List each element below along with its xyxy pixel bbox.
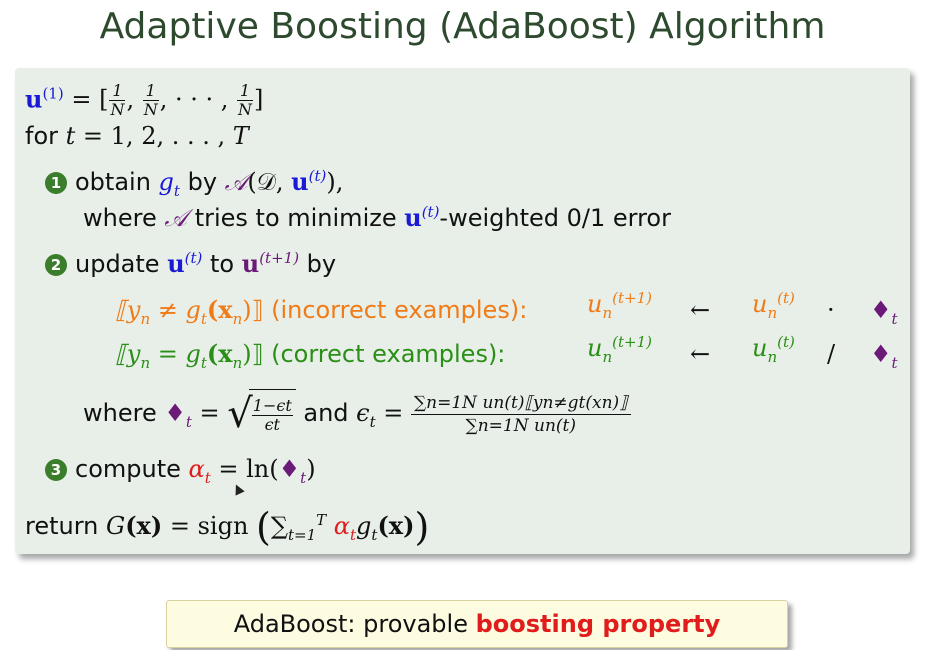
callout-box: AdaBoost: provable boosting property [166,600,788,648]
diamond-icon: ♦t [870,340,898,372]
sqrt: √ 1−ϵt ϵt [227,388,296,440]
x: (x [206,339,233,368]
correct-lhs: un(t+1) [587,333,652,366]
incorrect-arrow: ← [690,296,711,324]
incorrect-rhs: un(t) [752,289,795,322]
epsilon-frac: ∑n=1N un(t)⟦yn≠gt(xn)⟧ ∑n=1N un(t) [411,392,631,437]
dots: · · · [174,85,221,114]
init-line: u(1) = [1 N, 1N, · · · , 1 N] [25,82,263,119]
alpha: α [326,512,350,540]
G: G [106,512,126,540]
sep: , [220,85,237,114]
diamond-icon: ♦ [164,399,186,427]
A-algo: 𝒜 [164,204,188,232]
correct-arrow: ← [690,340,711,368]
u-sup: (1) [42,84,64,103]
for-keyword: for [25,122,66,150]
args: (𝒟, [247,168,292,196]
init-eq: = [ [63,85,109,114]
step-2-text: update [75,250,168,278]
step-3-badge: 3 [45,459,67,481]
u-vector: u [25,84,43,114]
t-var: t [65,122,76,150]
range: = 1, 2, . . . , [75,122,233,150]
step-3-text: compute [75,455,189,483]
step-1-text: obtain [75,168,159,196]
by: by [179,168,225,196]
sum: ∑ [270,512,288,540]
tries: tries to minimize [187,204,405,232]
u-sup: (t) [308,167,327,185]
paren-close: ) [414,505,430,549]
paren-open: ( [256,505,271,549]
incorrect-rule: ⟦yn ≠ gt(xn)⟧ (incorrect examples): [115,295,528,328]
A-algo: 𝒜 [224,168,248,196]
init-close: ] [254,85,264,114]
sep: , [159,85,175,114]
step-1-where: where 𝒜 tries to minimize u(t)-weighted … [83,202,671,234]
incorrect-op: · [827,296,835,324]
where: where [83,399,165,427]
step-2-badge: 2 [45,254,67,276]
eq: = g [150,340,201,368]
frac-2: 1N [142,81,159,119]
to: to [202,250,242,278]
u-vector: u [291,167,309,196]
callout-prefix: AdaBoost: provable [233,610,476,638]
T-var: T [232,122,249,150]
sep: , [126,85,142,114]
correct-rhs: un(t) [752,333,795,366]
epsilon: ϵ [356,399,370,427]
u-vector: u [404,203,422,232]
u-vector: u [167,249,185,278]
diamond-icon: ♦ [278,455,301,483]
callout-highlight: boosting property [475,610,721,638]
frac-3: 1N [237,81,254,119]
x: (x [206,295,233,324]
for-line: for t = 1, 2, . . . , T [25,120,249,152]
return-line: return G(x) = sign (∑t=1T αtgt(x)) [25,505,430,549]
u-sup: (t) [184,249,203,267]
where: where [83,204,165,232]
u-sup-next: (t+1) [259,249,300,267]
step-3-line: 3 compute αt = ln(♦t) [45,453,316,485]
g-var: g [158,168,174,196]
where-line: where ♦t = √ 1−ϵt ϵt and ϵt = ∑n=1N un(t)⟦… [83,388,631,440]
incorrect-lhs: un(t+1) [587,289,652,322]
step-2-line: 2 update u(t) to u(t+1) by [45,248,336,280]
incorrect-label: (incorrect examples): [263,296,528,324]
weighted-error: -weighted 0/1 error [439,204,671,232]
algorithm-box: u(1) = [1 N, 1N, · · · , 1 N] for t = 1, 2… [15,68,910,554]
diamond-icon: ♦t [870,296,898,328]
alpha: α [188,455,205,483]
correct-label: (correct examples): [263,340,506,368]
step-1-badge: 1 [45,172,67,194]
correct-op: / [827,340,836,368]
neq: ≠ g [150,296,201,324]
u-sup: (t) [421,203,440,221]
step-1-line: 1 obtain gt by 𝒜(𝒟, u(t)), [45,166,343,198]
by: by [299,250,337,278]
frac-1: 1N [109,81,126,119]
close: ), [326,168,344,196]
g: g [356,512,372,540]
cond: ⟦y [115,296,141,324]
and: and [295,399,357,427]
u-vector-next: u [241,249,260,278]
slide-title: Adaptive Boosting (AdaBoost) Algorithm [99,6,826,47]
cond: ⟦y [115,340,141,368]
return-keyword: return [25,512,107,540]
correct-rule: ⟦yn = gt(xn)⟧ (correct examples): [115,339,506,372]
